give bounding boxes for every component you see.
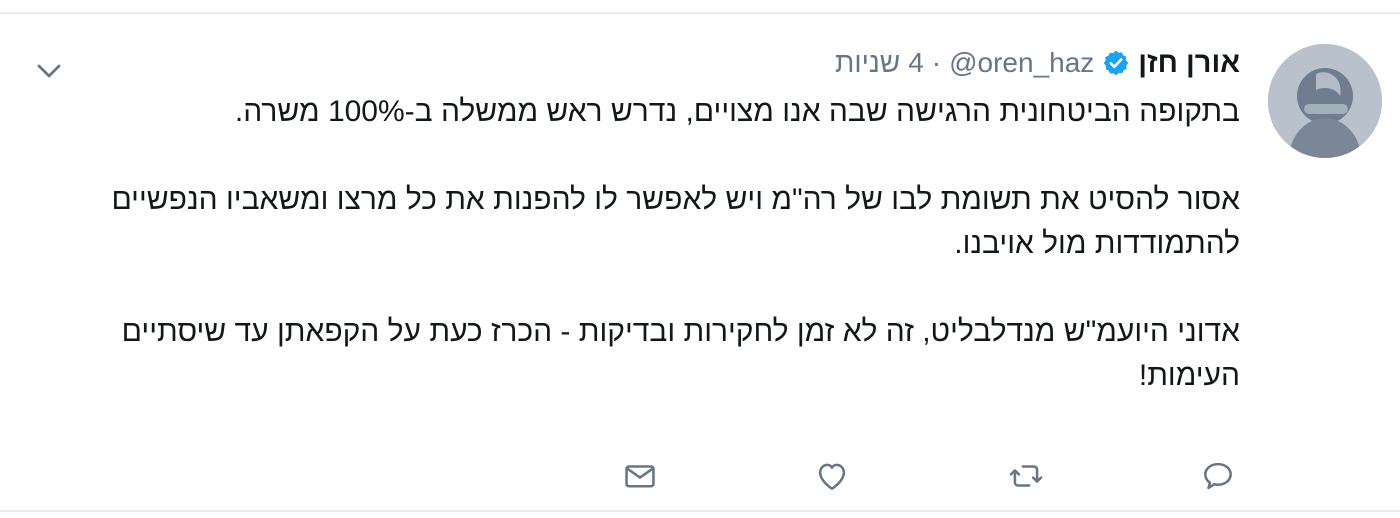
envelope-icon	[625, 465, 655, 488]
tweet-paragraph: אסור להסיט את תשומת לבו של רה"מ ויש לאפש…	[111, 183, 1240, 260]
retweet-icon	[1009, 465, 1043, 487]
tweet-timestamp[interactable]: 4 שניות	[835, 47, 924, 79]
heart-icon	[818, 463, 846, 490]
retweet-button[interactable]	[1002, 452, 1050, 500]
verified-badge-icon	[1102, 49, 1130, 77]
author-handle[interactable]: @oren_haz	[949, 47, 1094, 79]
tweet-text: בתקופה הביטחונית הרגישה שבה אנו מצויים, …	[60, 90, 1240, 398]
like-button[interactable]	[808, 452, 856, 500]
header-separator: ·	[931, 47, 942, 78]
tweet-header: אורן חזן @oren_haz · 4 שניות	[835, 42, 1240, 84]
chevron-down-icon[interactable]	[32, 54, 66, 88]
author-name[interactable]: אורן חזן	[1138, 47, 1240, 80]
tweet-paragraph: אדוני היועמ"ש מנדלבליט, זה לא זמן לחקירו…	[121, 315, 1240, 392]
tweet-actions	[0, 452, 1400, 512]
bottom-divider	[0, 510, 1400, 512]
avatar-image	[1268, 44, 1382, 158]
time-value: 4	[908, 47, 924, 78]
avatar[interactable]	[1268, 44, 1382, 158]
tweet-frame: אורן חזן @oren_haz · 4 שניות בתקופה הביט…	[0, 0, 1400, 518]
tweet-paragraph: בתקופה הביטחונית הרגישה שבה אנו מצויים, …	[234, 95, 1240, 128]
time-unit: שניות	[834, 47, 901, 78]
reply-button[interactable]	[1194, 452, 1242, 500]
reply-icon	[1204, 462, 1232, 490]
direct-message-button[interactable]	[616, 452, 664, 500]
tweet-card[interactable]: אורן חזן @oren_haz · 4 שניות בתקופה הביט…	[0, 14, 1400, 510]
